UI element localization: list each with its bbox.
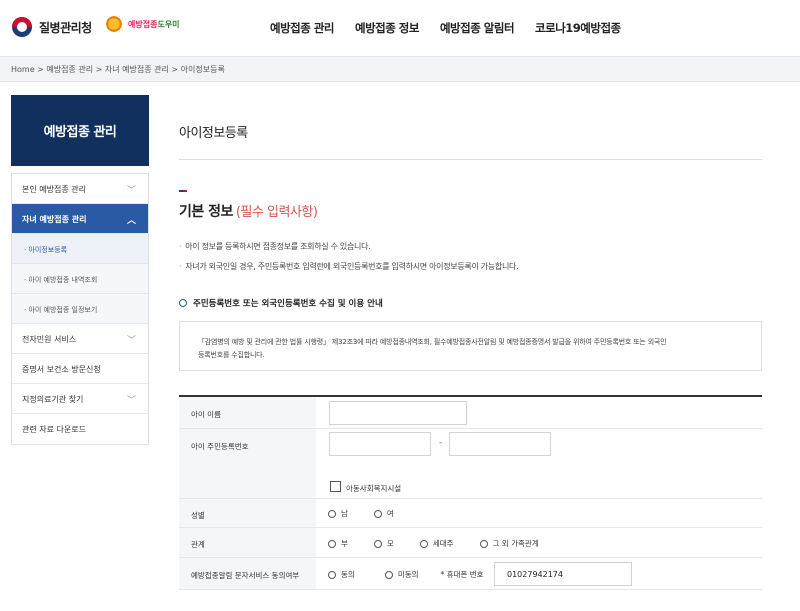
child-name-input[interactable] — [329, 401, 467, 425]
nav-vaccination-info[interactable]: 예방접종 정보 — [355, 20, 419, 36]
helper-name: 예방접종도우미 — [128, 19, 180, 29]
title-divider — [179, 159, 762, 160]
notice-text: 자녀가 외국인일 경우, 주민등록번호 입력란에 외국인등록번호를 입력하시면 … — [179, 261, 518, 272]
sidebar-item-e-civil-service[interactable]: 전자민원 서비스 ﹀ — [12, 324, 148, 354]
radio-circle-icon — [373, 509, 382, 518]
sun-icon — [104, 14, 124, 34]
sidebar-item-label: 증명서 보건소 방문신청 — [22, 365, 101, 374]
vaccination-helper-logo[interactable]: 예방접종도우미 — [104, 14, 180, 34]
rrn-back-input[interactable] — [449, 432, 551, 456]
sidebar-item-label: 전자민원 서비스 — [22, 335, 77, 344]
rrn-separator: - — [439, 438, 443, 448]
sms-agree-radio[interactable]: 동의 — [328, 569, 355, 580]
org-name: 질병관리청 — [39, 20, 92, 35]
site-header: 질병관리청 예방접종도우미 예방접종 관리 예방접종 정보 예방접종 알림터 코… — [0, 0, 800, 56]
kdca-logo[interactable]: 질병관리청 — [12, 17, 92, 37]
sidebar-subitem-child-register[interactable]: · 아이정보등록 — [12, 234, 148, 264]
relation-other-family-radio[interactable]: 그 외 가족관계 — [479, 538, 539, 549]
gender-male-radio[interactable]: 남 — [328, 508, 348, 519]
breadcrumb-bar: Home > 예방접종 관리 > 자녀 예방접종 관리 > 아이정보등록 — [0, 56, 800, 82]
notice-text: 아이 정보를 등록하시면 접종정보를 조회하실 수 있습니다. — [179, 241, 370, 252]
radio-circle-icon — [328, 509, 336, 518]
relation-label: 관계 — [179, 528, 316, 557]
chevron-down-icon: ﹀ — [126, 336, 136, 346]
radio-circle-icon — [373, 539, 382, 548]
relation-mother-radio[interactable]: 모 — [373, 538, 394, 549]
sidebar-item-label: 지정의료기관 찾기 — [22, 395, 84, 404]
nav-covid19-vaccination[interactable]: 코로나19예방접종 — [535, 20, 621, 36]
nav-vaccination-notice[interactable]: 예방접종 알림터 — [440, 20, 515, 36]
child-info-form: 아이 이름 아이 주민등록번호 - 아동사회복지시설 성별 남 여 관계 부 모 — [179, 395, 762, 590]
chevron-down-icon: ﹀ — [126, 396, 136, 406]
sidebar-item-find-clinic[interactable]: 지정의료기관 찾기 ﹀ — [12, 384, 148, 414]
breadcrumb[interactable]: Home > 예방접종 관리 > 자녀 예방접종 관리 > 아이정보등록 — [11, 64, 225, 75]
radio-circle-icon — [479, 539, 488, 548]
consent-heading: 주민등록번호 또는 외국인등록번호 수집 및 이용 안내 — [179, 297, 383, 309]
relation-householder-radio[interactable]: 세대주 — [419, 538, 454, 549]
circle-bullet-icon — [179, 299, 187, 307]
phone-label: * 휴대폰 번호 — [440, 570, 484, 579]
sms-consent-radio-group: 동의 미동의 * 휴대폰 번호 — [328, 569, 496, 580]
sidebar-item-label: 관련 자료 다운로드 — [22, 425, 86, 434]
nav-vaccination-management[interactable]: 예방접종 관리 — [270, 20, 334, 36]
rrn-front-input[interactable] — [329, 432, 431, 456]
sidebar-item-downloads[interactable]: 관련 자료 다운로드 — [12, 414, 148, 444]
radio-circle-icon — [384, 570, 393, 579]
gender-radio-group: 남 여 — [328, 508, 420, 519]
sidebar-item-my-vaccination[interactable]: 본인 예방접종 관리 ﹀ — [12, 174, 148, 204]
sms-disagree-radio[interactable]: 미동의 — [384, 569, 419, 580]
taegeuk-emblem-icon — [12, 17, 32, 37]
relation-father-radio[interactable]: 부 — [328, 538, 348, 549]
phone-number-input[interactable]: 01027942174 — [494, 562, 632, 586]
sidebar-item-child-vaccination[interactable]: 자녀 예방접종 관리 ︿ — [12, 204, 148, 234]
child-name-label: 아이 이름 — [179, 397, 316, 428]
sidebar-title: 예방접종 관리 — [11, 95, 149, 166]
sidebar-item-certificate-visit[interactable]: 증명서 보건소 방문신청 — [12, 354, 148, 384]
sidebar-menu: 본인 예방접종 관리 ﹀ 자녀 예방접종 관리 ︿ · 아이정보등록 · 아이 … — [11, 173, 149, 445]
child-rrn-label: 아이 주민등록번호 — [179, 429, 316, 498]
radio-circle-icon — [328, 570, 336, 579]
sms-consent-label: 예방접종알림 문자서비스 동의여부 — [179, 558, 316, 589]
main-nav: 예방접종 관리 예방접종 정보 예방접종 알림터 코로나19예방접종 — [270, 20, 642, 36]
consent-text: 등록번호를 수집합니다. — [198, 351, 265, 359]
radio-circle-icon — [419, 539, 428, 548]
form-row-relation: 관계 부 모 세대주 그 외 가족관계 — [179, 528, 762, 558]
sidebar-subitem-child-schedule[interactable]: · 아이 예방접종 일정보기 — [12, 294, 148, 324]
chevron-up-icon: ︿ — [126, 216, 136, 226]
form-row-child-rrn: 아이 주민등록번호 - 아동사회복지시설 — [179, 429, 762, 499]
sidebar-item-label: 본인 예방접종 관리 — [22, 185, 86, 194]
sidebar-item-label: 자녀 예방접종 관리 — [22, 215, 87, 224]
form-row-gender: 성별 남 여 — [179, 499, 762, 528]
chevron-down-icon: ﹀ — [126, 186, 136, 196]
radio-circle-icon — [328, 539, 336, 548]
required-note: (필수 입력사항) — [235, 205, 318, 220]
form-row-sms-consent: 예방접종알림 문자서비스 동의여부 동의 미동의 * 휴대폰 번호 010279… — [179, 558, 762, 590]
consent-text: 「감염병의 예방 및 관리에 관한 법률 시행령」 제32조3에 따라 예방접종… — [198, 338, 667, 346]
welfare-facility-label: 아동사회복지시설 — [346, 484, 402, 493]
sidebar-subitem-child-history[interactable]: · 아이 예방접종 내역조회 — [12, 264, 148, 294]
relation-radio-group: 부 모 세대주 그 외 가족관계 — [328, 538, 565, 549]
gender-label: 성별 — [179, 499, 316, 527]
page-title: 아이정보등록 — [179, 126, 248, 141]
section-marker-icon — [179, 190, 187, 192]
section-title: 기본 정보 (필수 입력사항) — [179, 204, 318, 220]
gender-female-radio[interactable]: 여 — [373, 508, 394, 519]
welfare-facility-checkbox[interactable] — [330, 481, 341, 492]
form-row-child-name: 아이 이름 — [179, 397, 762, 429]
consent-notice-box: 「감염병의 예방 및 관리에 관한 법률 시행령」 제32조3에 따라 예방접종… — [179, 321, 762, 371]
